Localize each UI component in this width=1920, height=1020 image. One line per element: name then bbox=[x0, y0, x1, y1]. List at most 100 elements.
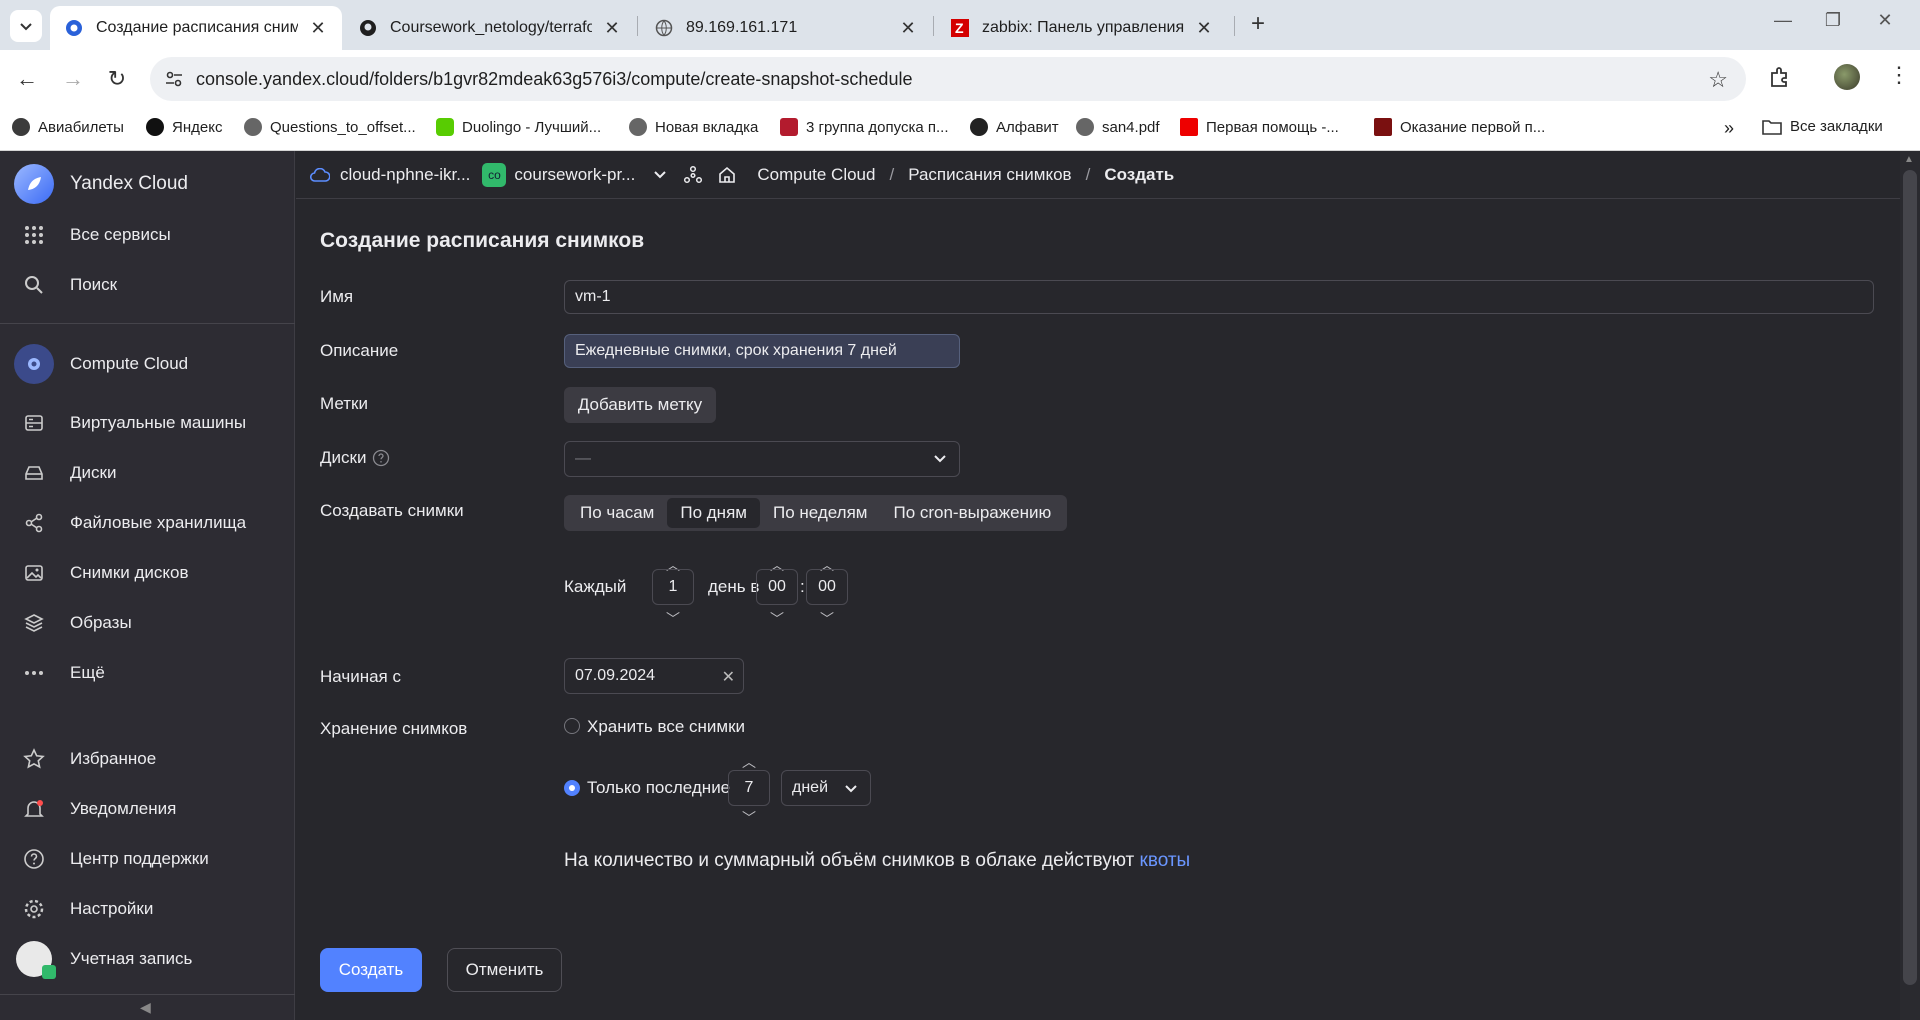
description-label: Описание bbox=[320, 341, 399, 360]
avatar-icon bbox=[16, 941, 56, 979]
tab-github[interactable]: Coursework_netology/terraform ✕ bbox=[344, 6, 636, 50]
home-icon[interactable] bbox=[717, 165, 737, 185]
bookmark-item[interactable]: Алфавит bbox=[970, 118, 1059, 136]
bookmark-item[interactable]: 3 группа допуска п... bbox=[780, 118, 949, 136]
every-label: Каждый bbox=[564, 577, 627, 596]
bookmark-item[interactable]: Questions_to_offset... bbox=[244, 118, 416, 136]
new-tab-button[interactable]: + bbox=[1244, 10, 1272, 38]
breadcrumb-compute[interactable]: Compute Cloud bbox=[757, 165, 875, 185]
brand-logo[interactable]: Yandex Cloud bbox=[0, 161, 295, 207]
chevron-down-icon bbox=[844, 784, 858, 794]
sidebar-item-more[interactable]: Ещё bbox=[0, 651, 295, 695]
decrement-minute-icon[interactable]: ﹀ bbox=[806, 609, 848, 629]
hour-stepper[interactable]: 00 bbox=[756, 569, 798, 605]
segment-daily[interactable]: По дням bbox=[667, 498, 760, 528]
close-icon[interactable]: ✕ bbox=[898, 18, 918, 39]
scroll-up-icon[interactable]: ▲ bbox=[1904, 154, 1914, 165]
bookmark-item[interactable]: Яндекс bbox=[146, 118, 222, 136]
clear-icon[interactable]: ✕ bbox=[722, 667, 735, 687]
minimize-button[interactable]: — bbox=[1760, 10, 1806, 31]
sidebar-item-support[interactable]: Центр поддержки bbox=[0, 837, 295, 881]
sidebar-item-vms[interactable]: Виртуальные машины bbox=[0, 401, 295, 445]
segment-weekly[interactable]: По неделям bbox=[760, 498, 881, 528]
chevron-down-icon[interactable] bbox=[653, 170, 667, 180]
name-field[interactable]: vm-1 bbox=[564, 280, 1874, 314]
sidebar-item-images[interactable]: Образы bbox=[0, 601, 295, 645]
tags-label: Метки bbox=[320, 394, 368, 413]
close-icon[interactable]: ✕ bbox=[602, 18, 622, 39]
more-bookmarks-icon[interactable]: » bbox=[1724, 118, 1734, 139]
start-date-field[interactable]: 07.09.2024 ✕ bbox=[564, 658, 744, 694]
name-label: Имя bbox=[320, 287, 354, 306]
breadcrumb-cloud[interactable]: cloud-nphne-ikr... bbox=[340, 165, 470, 185]
create-snapshots-label: Создавать снимки bbox=[320, 501, 464, 520]
url-text: console.yandex.cloud/folders/b1gvr82mdea… bbox=[196, 69, 913, 89]
sidebar-item-file-storage[interactable]: Файловые хранилища bbox=[0, 501, 295, 545]
breadcrumb-folder[interactable]: coursework-pr... bbox=[514, 165, 635, 185]
decrement-day-icon[interactable]: ﹀ bbox=[652, 609, 694, 629]
segment-cron[interactable]: По cron-выражению bbox=[880, 498, 1064, 528]
cancel-button[interactable]: Отменить bbox=[447, 948, 562, 992]
only-last-label[interactable]: Только последние bbox=[587, 778, 730, 798]
keep-all-label[interactable]: Хранить все снимки bbox=[587, 717, 745, 737]
sidebar: Yandex Cloud Все сервисы Поиск Compute C… bbox=[0, 151, 295, 1020]
quota-link[interactable]: квоты bbox=[1140, 850, 1191, 871]
all-bookmarks[interactable]: Все закладки bbox=[1762, 118, 1883, 135]
description-field[interactable]: Ежедневные снимки, срок хранения 7 дней bbox=[564, 334, 960, 368]
close-icon[interactable]: ✕ bbox=[308, 18, 328, 39]
extensions-icon[interactable] bbox=[1768, 66, 1790, 88]
keep-all-radio[interactable] bbox=[564, 718, 580, 734]
scrollbar-thumb[interactable] bbox=[1903, 170, 1917, 985]
collapse-sidebar-icon[interactable]: ◀ bbox=[140, 999, 151, 1016]
help-icon[interactable] bbox=[372, 449, 390, 467]
back-button[interactable]: ← bbox=[12, 66, 42, 92]
minute-stepper[interactable]: 00 bbox=[806, 569, 848, 605]
network-icon[interactable] bbox=[683, 165, 703, 185]
breadcrumb-schedules[interactable]: Расписания снимков bbox=[908, 165, 1071, 185]
gear-icon bbox=[14, 344, 54, 384]
sidebar-item-all-services[interactable]: Все сервисы bbox=[0, 213, 295, 257]
sidebar-item-disk-snapshots[interactable]: Снимки дисков bbox=[0, 551, 295, 595]
tab-snapshot-schedule[interactable]: Создание расписания снимко ✕ bbox=[50, 6, 342, 50]
profile-avatar[interactable] bbox=[1834, 64, 1860, 90]
bookmark-item[interactable]: Первая помощь -... bbox=[1180, 118, 1339, 136]
bookmark-item[interactable]: san4.pdf bbox=[1076, 118, 1160, 136]
sidebar-item-compute-cloud[interactable]: Compute Cloud bbox=[0, 341, 295, 387]
restore-button[interactable]: ❐ bbox=[1810, 10, 1856, 31]
bookmark-item[interactable]: Оказание первой п... bbox=[1374, 118, 1545, 136]
segment-hourly[interactable]: По часам bbox=[567, 498, 667, 528]
every-day-stepper[interactable]: 1 bbox=[652, 569, 694, 605]
vm-icon bbox=[22, 411, 46, 435]
bookmark-item[interactable]: Авиабилеты bbox=[12, 118, 124, 136]
tab-ip[interactable]: 89.169.161.171 ✕ bbox=[640, 6, 932, 50]
sidebar-item-account[interactable]: Учетная запись bbox=[0, 937, 295, 981]
star-icon[interactable]: ☆ bbox=[1708, 67, 1728, 93]
bookmark-item[interactable]: Новая вкладка bbox=[629, 118, 758, 136]
share-icon bbox=[22, 511, 46, 535]
window-close-button[interactable]: ✕ bbox=[1862, 10, 1908, 31]
decrement-count-icon[interactable]: ﹀ bbox=[728, 808, 770, 828]
tab-zabbix[interactable]: Z zabbix: Панель управления ✕ bbox=[936, 6, 1228, 50]
reload-button[interactable]: ↻ bbox=[102, 66, 132, 92]
forward-button[interactable]: → bbox=[58, 66, 88, 92]
tab-search-button[interactable] bbox=[10, 10, 42, 42]
increment-count-icon[interactable]: ︿ bbox=[728, 752, 770, 772]
only-last-radio[interactable] bbox=[564, 780, 580, 796]
menu-icon[interactable]: ⋮ bbox=[1888, 62, 1910, 88]
retention-count-stepper[interactable]: 7 bbox=[728, 770, 770, 806]
sidebar-item-disks[interactable]: Диски bbox=[0, 451, 295, 495]
disks-select[interactable]: — bbox=[564, 441, 960, 477]
add-tag-button[interactable]: Добавить метку bbox=[564, 387, 716, 423]
site-info-icon[interactable] bbox=[164, 69, 184, 89]
chevron-down-icon bbox=[20, 23, 32, 31]
sidebar-item-search[interactable]: Поиск bbox=[0, 263, 295, 307]
sidebar-item-notifications[interactable]: Уведомления bbox=[0, 787, 295, 831]
sidebar-item-favorites[interactable]: Избранное bbox=[0, 737, 295, 781]
bookmark-item[interactable]: Duolingo - Лучший... bbox=[436, 118, 601, 136]
sidebar-item-settings[interactable]: Настройки bbox=[0, 887, 295, 931]
url-field[interactable]: console.yandex.cloud/folders/b1gvr82mdea… bbox=[150, 57, 1746, 101]
close-icon[interactable]: ✕ bbox=[1194, 18, 1214, 39]
retention-unit-select[interactable]: дней bbox=[781, 770, 871, 806]
create-button[interactable]: Создать bbox=[320, 948, 422, 992]
decrement-hour-icon[interactable]: ﹀ bbox=[756, 609, 798, 629]
